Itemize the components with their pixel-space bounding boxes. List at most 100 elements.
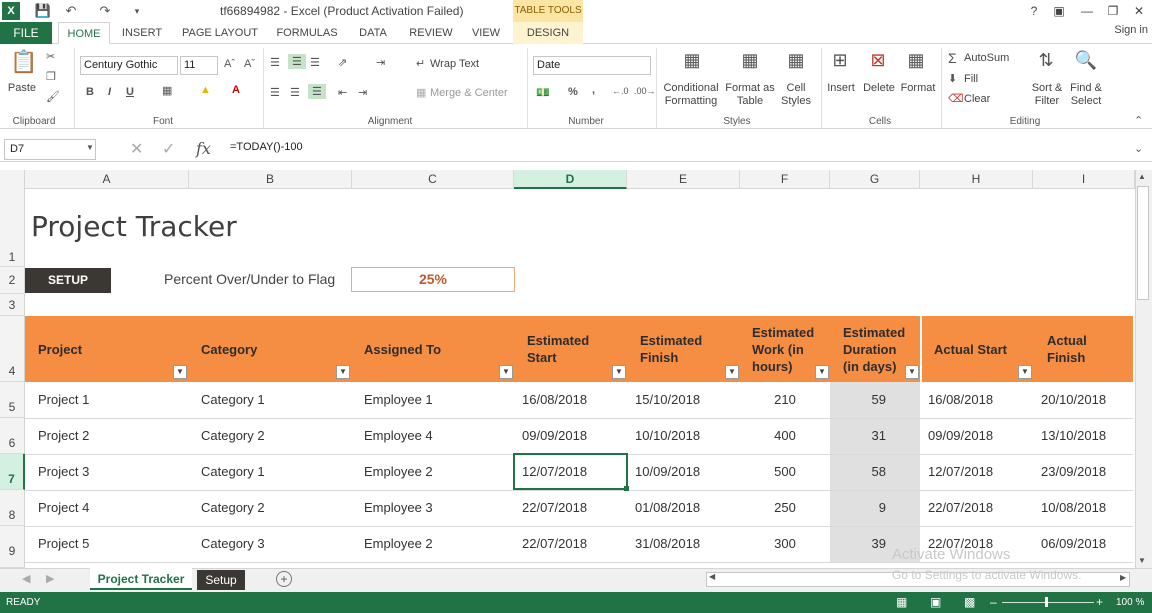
tab-insert[interactable]: INSERT xyxy=(118,22,166,44)
table-cell[interactable]: 13/10/2018 xyxy=(1041,418,1106,454)
column-header-a[interactable]: A xyxy=(25,170,189,189)
fill-color-icon[interactable]: ▲ xyxy=(200,84,211,96)
format-cells-button[interactable]: Format xyxy=(898,82,938,95)
minimize-icon[interactable]: — xyxy=(1076,2,1098,20)
table-cell[interactable]: 10/10/2018 xyxy=(635,418,700,454)
formula-input[interactable]: =TODAY()-100 xyxy=(230,141,303,153)
row-header-1[interactable]: 1 xyxy=(0,189,25,267)
setup-button[interactable]: SETUP xyxy=(25,268,111,293)
number-format-select[interactable]: Date xyxy=(533,56,651,75)
increase-indent-icon[interactable]: ⇥ xyxy=(358,86,367,99)
name-box-dropdown-icon[interactable]: ▼ xyxy=(86,143,94,152)
tab-home[interactable]: HOME xyxy=(58,22,110,44)
zoom-out-icon[interactable]: – xyxy=(990,592,997,613)
table-cell[interactable]: 09/09/2018 xyxy=(522,418,587,454)
align-middle-icon[interactable]: ☰ xyxy=(288,54,306,69)
ribbon-display-icon[interactable]: ▣ xyxy=(1048,2,1070,20)
sheet-tab-setup[interactable]: Setup xyxy=(197,570,245,590)
table-cell[interactable]: Category 3 xyxy=(201,526,265,562)
sign-in-link[interactable]: Sign in xyxy=(1114,24,1148,36)
table-cell[interactable]: 16/08/2018 xyxy=(928,382,993,418)
page-break-view-icon[interactable]: ▩ xyxy=(964,592,975,613)
orientation-icon[interactable]: ⇗ xyxy=(338,56,347,69)
table-cell[interactable]: 22/07/2018 xyxy=(928,490,993,526)
table-cell[interactable]: 59 xyxy=(830,382,886,418)
scroll-down-icon[interactable]: ▼ xyxy=(1138,556,1146,565)
table-cell[interactable]: 20/10/2018 xyxy=(1041,382,1106,418)
tab-file[interactable]: FILE xyxy=(0,22,52,44)
grow-font-icon[interactable]: Aˆ xyxy=(224,58,235,70)
row-header-7[interactable]: 7 xyxy=(0,454,25,490)
scroll-right-icon[interactable]: ▶ xyxy=(1120,573,1126,582)
wrap-text-icon[interactable]: ↵ xyxy=(416,57,425,70)
scroll-left-icon[interactable]: ◀ xyxy=(709,572,715,581)
table-cell[interactable]: 500 xyxy=(740,454,830,490)
conditional-formatting-button[interactable]: Conditional Formatting xyxy=(660,82,722,108)
table-cell[interactable]: Employee 1 xyxy=(364,382,433,418)
increase-decimal-icon[interactable]: ←.0 xyxy=(612,86,629,96)
decrease-indent-icon[interactable]: ⇤ xyxy=(338,86,347,99)
table-cell[interactable]: 22/07/2018 xyxy=(522,526,587,562)
italic-button[interactable]: I xyxy=(108,86,111,98)
filter-dropdown-icon[interactable]: ▼ xyxy=(612,365,626,379)
table-cell[interactable]: 06/09/2018 xyxy=(1041,526,1106,562)
page-layout-view-icon[interactable]: ▣ xyxy=(930,592,941,613)
table-cell[interactable]: 9 xyxy=(830,490,886,526)
font-size-select[interactable]: 11 xyxy=(180,56,218,75)
collapse-ribbon-icon[interactable]: ⌃ xyxy=(1134,114,1143,127)
column-header-f[interactable]: F xyxy=(740,170,830,189)
zoom-slider-thumb[interactable] xyxy=(1045,597,1048,607)
indent-icon[interactable]: ⇥ xyxy=(376,56,385,69)
add-sheet-icon[interactable]: + xyxy=(276,571,292,587)
comma-style-button[interactable]: , xyxy=(592,84,595,96)
format-as-table-button[interactable]: Format as Table xyxy=(724,82,776,108)
table-cell[interactable]: Project 1 xyxy=(38,382,89,418)
merge-center-icon[interactable]: ▦ xyxy=(416,86,426,99)
sheet-tab-project-tracker[interactable]: Project Tracker xyxy=(90,568,192,590)
scroll-up-icon[interactable]: ▲ xyxy=(1138,172,1146,181)
table-cell[interactable]: Category 2 xyxy=(201,418,265,454)
table-cell[interactable]: Category 1 xyxy=(201,454,265,490)
table-cell[interactable]: Employee 2 xyxy=(364,526,433,562)
table-cell[interactable]: 250 xyxy=(740,490,830,526)
cell-styles-button[interactable]: Cell Styles xyxy=(776,82,816,108)
insert-function-button[interactable]: fx xyxy=(196,139,211,158)
tab-view[interactable]: VIEW xyxy=(466,22,506,44)
insert-cells-button[interactable]: Insert xyxy=(824,82,858,95)
column-header-e[interactable]: E xyxy=(627,170,740,189)
restore-icon[interactable]: ❐ xyxy=(1102,2,1124,20)
cut-icon[interactable]: ✂ xyxy=(46,50,55,63)
table-cell[interactable]: 09/09/2018 xyxy=(928,418,993,454)
tab-formulas[interactable]: FORMULAS xyxy=(272,22,342,44)
tab-review[interactable]: REVIEW xyxy=(404,22,458,44)
table-cell[interactable]: 58 xyxy=(830,454,886,490)
filter-dropdown-icon[interactable]: ▼ xyxy=(725,365,739,379)
close-icon[interactable]: ✕ xyxy=(1128,2,1150,20)
tab-design[interactable]: DESIGN xyxy=(513,22,583,44)
align-left-icon[interactable]: ☰ xyxy=(270,86,280,99)
filter-dropdown-icon[interactable]: ▼ xyxy=(499,365,513,379)
table-cell[interactable]: 39 xyxy=(830,526,886,562)
filter-dropdown-icon[interactable]: ▼ xyxy=(336,365,350,379)
normal-view-icon[interactable]: ▦ xyxy=(896,592,907,613)
active-cell-selection[interactable] xyxy=(513,453,628,490)
column-header-i[interactable]: I xyxy=(1033,170,1135,189)
prev-sheet-icon[interactable]: ◀ xyxy=(22,572,30,585)
percent-style-button[interactable]: % xyxy=(568,86,578,98)
customize-quick-access-icon[interactable]: ▾ xyxy=(128,2,146,20)
row-header-4[interactable]: 4 xyxy=(0,316,25,382)
table-cell[interactable]: Employee 4 xyxy=(364,418,433,454)
row-header-3[interactable]: 3 xyxy=(0,294,25,316)
table-cell[interactable]: Employee 2 xyxy=(364,454,433,490)
save-icon[interactable]: 💾 xyxy=(34,2,52,20)
zoom-in-icon[interactable]: + xyxy=(1096,592,1103,613)
table-cell[interactable]: 10/09/2018 xyxy=(635,454,700,490)
wrap-text-button[interactable]: Wrap Text xyxy=(430,58,479,71)
table-cell[interactable]: 16/08/2018 xyxy=(522,382,587,418)
undo-icon[interactable]: ↶ xyxy=(62,2,80,20)
column-header-c[interactable]: C xyxy=(352,170,514,189)
column-header-g[interactable]: G xyxy=(830,170,920,189)
redo-icon[interactable]: ↷ xyxy=(96,2,114,20)
sort-filter-button[interactable]: Sort & Filter xyxy=(1028,82,1066,108)
table-cell[interactable]: Category 2 xyxy=(201,490,265,526)
